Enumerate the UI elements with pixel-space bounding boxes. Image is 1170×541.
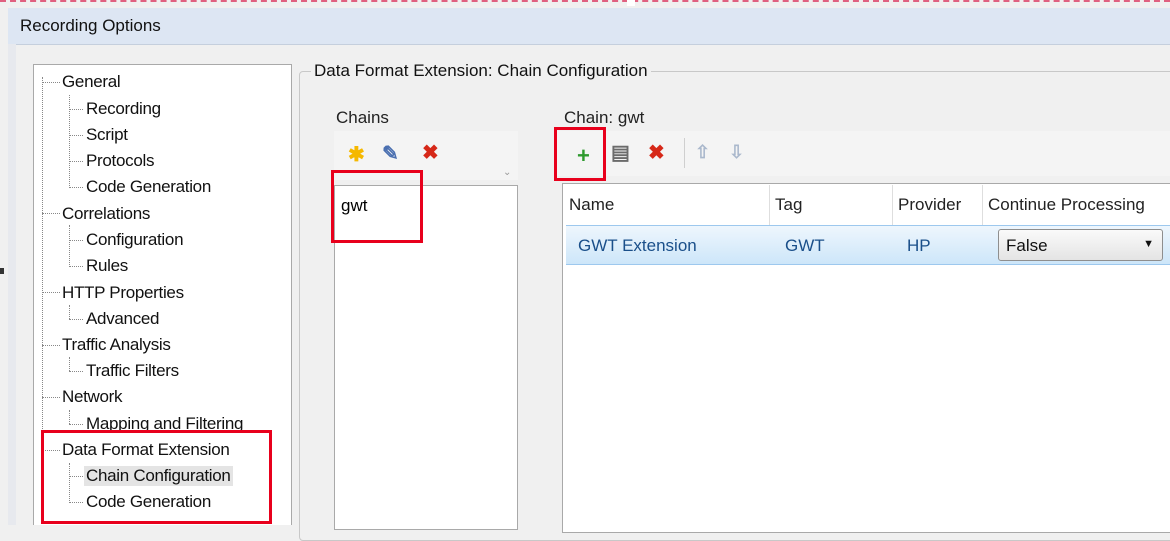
new-star-icon[interactable]: ✱	[348, 145, 365, 165]
tree-item-advanced[interactable]: Advanced	[86, 309, 160, 329]
top-dashed-border	[0, 0, 1170, 6]
dropdown-arrow-icon: ▼	[1143, 238, 1154, 250]
chains-label: Chains	[336, 108, 389, 127]
tree-item-general[interactable]: General	[62, 72, 121, 92]
tree-item-recording[interactable]: Recording	[86, 99, 161, 119]
cell-name: GWT Extension	[578, 236, 697, 255]
arrow-down-icon[interactable]: ⇩	[729, 143, 744, 161]
tree-item-http-properties[interactable]: HTTP Properties	[62, 283, 184, 303]
tree-line	[69, 109, 83, 110]
window-titlebar: Recording Options	[8, 8, 1170, 45]
tree-item-protocols[interactable]: Protocols	[86, 151, 154, 171]
properties-icon[interactable]: ▤	[611, 143, 630, 163]
tree-line	[42, 345, 60, 346]
window-title: Recording Options	[20, 16, 161, 35]
tree-line	[69, 357, 70, 371]
tree-line	[69, 187, 83, 188]
window-left-edge	[8, 44, 16, 525]
tree-item-configuration[interactable]: Configuration	[86, 230, 184, 250]
tree-item-correlations[interactable]: Correlations	[62, 204, 150, 224]
tree-line	[42, 82, 60, 83]
toolbar-separator	[684, 138, 685, 168]
tree-line	[69, 161, 83, 162]
tree-line	[69, 225, 70, 267]
tree-line	[69, 135, 83, 136]
tree-item-rules[interactable]: Rules	[86, 256, 128, 276]
highlight-box-chain-item	[331, 170, 423, 243]
group-title: Data Format Extension: Chain Configurati…	[311, 61, 651, 81]
tree-line	[69, 240, 83, 241]
chevron-down-icon: ⌄	[503, 167, 512, 178]
tree-item-code-generation[interactable]: Code Generation	[86, 177, 211, 197]
arrow-up-icon[interactable]: ⇧	[695, 143, 710, 161]
column-separator	[769, 185, 770, 225]
column-header-provider[interactable]: Provider	[898, 195, 961, 215]
tree-item-traffic-filters[interactable]: Traffic Filters	[86, 361, 179, 381]
column-header-name[interactable]: Name	[569, 195, 614, 215]
delete-icon[interactable]: ✖	[648, 143, 665, 163]
tree-line	[69, 371, 83, 372]
chain-toolbar: + ▤ ✖ ⇧ ⇩	[555, 131, 1170, 176]
cell-tag: GWT	[785, 236, 825, 255]
column-header-continue-processing[interactable]: Continue Processing	[988, 195, 1145, 215]
resize-marker	[0, 268, 4, 274]
edit-icon[interactable]: ✎	[382, 144, 399, 164]
highlight-box-add-button	[554, 127, 606, 181]
chain-detail-label: Chain: gwt	[564, 108, 645, 127]
tree-line	[42, 397, 60, 398]
column-separator	[892, 185, 893, 225]
column-separator	[982, 185, 983, 225]
tree-line	[69, 266, 83, 267]
continue-processing-select[interactable]: False ▼	[998, 229, 1163, 261]
tree-line	[42, 292, 60, 293]
tree-line	[69, 424, 83, 425]
column-header-tag[interactable]: Tag	[775, 195, 802, 215]
top-notch	[627, 0, 635, 6]
tree-line	[69, 319, 83, 320]
cell-provider: HP	[907, 236, 931, 255]
tree-item-script[interactable]: Script	[86, 125, 128, 145]
continue-processing-value: False	[1006, 236, 1048, 255]
delete-icon[interactable]: ✖	[422, 143, 439, 163]
tree-line	[42, 213, 60, 214]
tree-item-traffic-analysis[interactable]: Traffic Analysis	[62, 335, 171, 355]
tree-line	[69, 410, 70, 424]
tree-item-network[interactable]: Network	[62, 387, 123, 407]
tree-line	[69, 305, 70, 319]
highlight-box-tree	[41, 430, 272, 524]
